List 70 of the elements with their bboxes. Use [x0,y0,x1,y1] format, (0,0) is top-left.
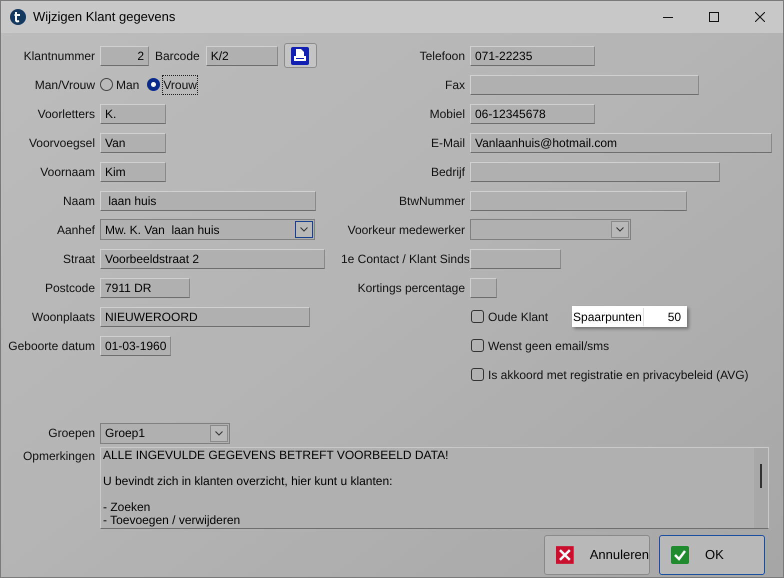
cancel-button[interactable]: Annuleren [544,535,650,575]
checkbox[interactable]: Wenst geen email/sms [471,336,610,354]
remarks-line: - Toevoegen / verwijderen [103,514,242,527]
gender-radio[interactable]: Man [100,76,140,94]
text-field[interactable]: NIEUWEROORD [100,306,310,326]
field-label: Groepen [47,425,96,442]
barcode-field[interactable]: K/2 [206,46,278,66]
text-field[interactable]: 7911 DR [100,278,190,298]
text-field[interactable]: Voorbeeldstraat 2 [100,248,325,268]
text-field[interactable]: Vanlaanhuis@hotmail.com [470,132,772,152]
chevron-down-icon [616,227,624,232]
close-icon [755,12,765,22]
field-label: Voorvoegsel [28,134,96,152]
text-field[interactable]: 01-03-1960 [100,336,171,356]
field-label: Voornaam [39,164,96,180]
field-label: Voorkeur medewerker [346,222,466,238]
text-field[interactable]: Van [100,132,166,152]
group-dropdown[interactable]: Groep1 [100,422,230,444]
text-field[interactable]: 071-22235 [470,46,595,66]
remarks-line: ALLE INGEVULDE GEGEVENS BETREFT VOORBEELD DATA! [103,449,450,462]
text-field[interactable]: laan huis [100,190,316,210]
employee-dropdown[interactable] [470,219,631,240]
field-label: Telefoon [418,48,466,64]
minimize-icon [663,16,673,18]
savings-points-label: Spaarpunten [572,308,644,326]
field-label: Kortings percentage [356,280,466,296]
printer-icon [291,46,310,64]
text-field[interactable] [470,190,687,210]
checkbox[interactable]: Is akkoord met registratie en privacybeleid (AVG) [471,366,749,384]
text-field[interactable]: Kim [100,162,166,182]
customer-number-field[interactable]: 2 [100,46,149,66]
text-field[interactable]: 06-12345678 [470,104,595,124]
text-field[interactable] [470,278,497,298]
text-field[interactable] [470,248,561,268]
remarks-textarea[interactable]: ALLE INGEVULDE GEGEVENS BETREFT VOORBEELD DATA! U bevindt zich in klanten overzicht, hier kunt u klanten: - Zoeken - Toevoegen / verwijderen [100,447,769,529]
field-label: Mobiel [428,106,466,122]
ok-button[interactable]: OK [659,535,765,575]
cancel-x-icon [556,546,574,564]
field-label: Voorletters [36,106,96,122]
remarks-line: - Zoeken [103,501,152,514]
gender-radio[interactable]: Vrouw [147,76,197,94]
field-label: Fax [444,76,466,94]
field-label: Postcode [44,280,96,296]
field-label: Woonplaats [30,308,96,326]
field-label: BtwNummer [398,192,466,210]
remarks-line: U bevindt zich in klanten overzicht, hier kunt u klanten: [103,475,394,488]
field-label: Geboorte datum [7,338,96,354]
maximize-icon [709,12,719,22]
text-field[interactable] [470,74,699,94]
check-icon [671,546,689,564]
savings-points-value: 50 [666,308,682,326]
checkbox[interactable]: Oude Klant [471,308,548,326]
chevron-down-icon [300,227,308,232]
field-label: Naam [62,192,96,210]
field-label: Aanhef [56,222,96,238]
app-logo-icon [10,9,26,25]
field-label: 1e Contact / Klant Sinds [341,250,470,268]
salutation-dropdown[interactable]: Mw. K. Van laan huis [100,219,315,240]
field-label: Straat [62,250,96,268]
field-label: E-Mail [430,134,466,152]
print-button[interactable] [284,43,317,68]
field-label: Man/Vrouw [34,76,96,94]
field-label: Opmerkingen [22,448,96,465]
field-label: Klantnummer [22,48,96,64]
chevron-down-icon [215,430,223,436]
field-label: Barcode [155,48,200,64]
field-label: Bedrijf [430,164,466,180]
text-field[interactable] [470,162,720,182]
window-title: Wijzigen Klant gegevens [33,8,176,26]
text-field[interactable]: K. [100,104,166,124]
